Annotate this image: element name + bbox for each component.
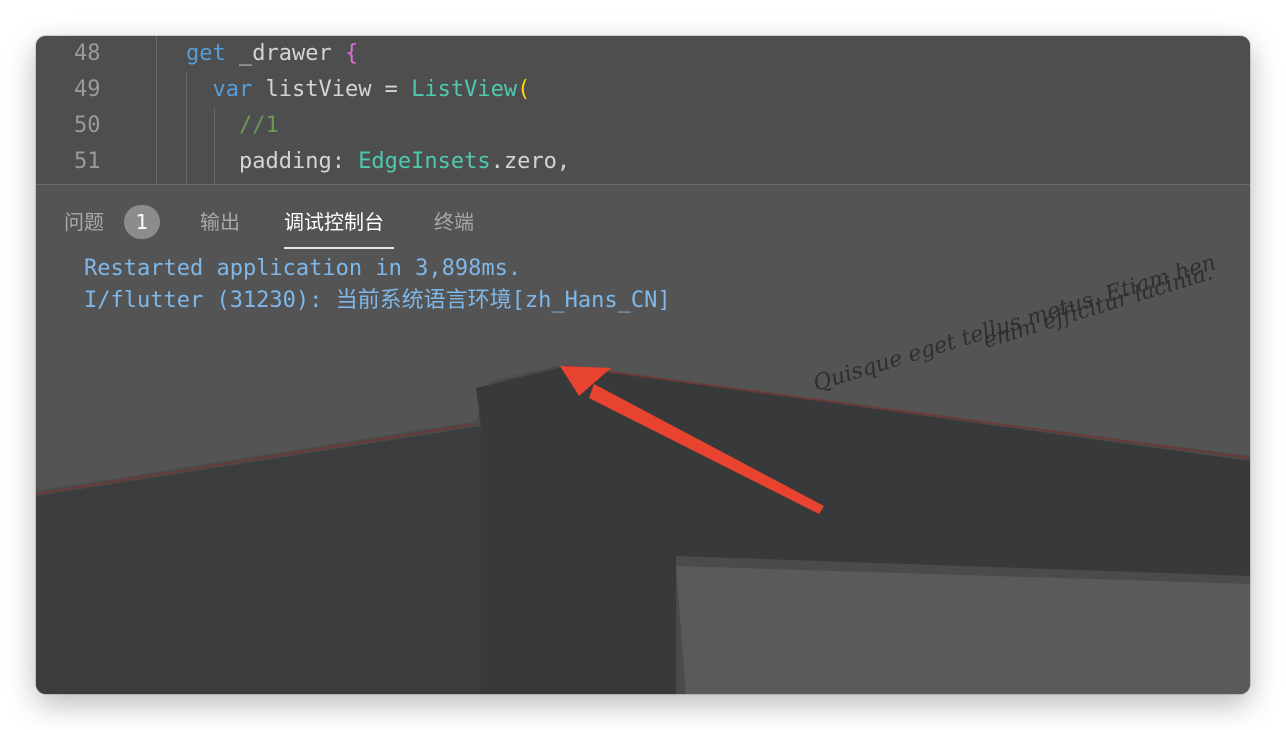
- code-token: {: [344, 41, 359, 66]
- code-token: .zero,: [490, 149, 571, 174]
- tab-problems[interactable]: 问题: [64, 207, 104, 237]
- debug-console-output[interactable]: Restarted application in 3,898ms. I/flut…: [84, 253, 671, 317]
- bottom-panel: 问题 1 输出 调试控制台 终端 Restarted application i…: [36, 185, 1250, 694]
- tab-debug-console[interactable]: 调试控制台: [284, 207, 384, 237]
- code-text: get _drawer {: [186, 36, 358, 72]
- code-token: (: [517, 77, 531, 102]
- line-number: 49: [74, 77, 101, 102]
- code-token: padding:: [186, 149, 359, 174]
- line-number: 50: [74, 113, 101, 138]
- code-line[interactable]: 48 get _drawer {: [36, 36, 1250, 72]
- code-text: //1: [186, 108, 279, 144]
- code-text: var listView = ListView(: [186, 72, 530, 108]
- active-tab-indicator: [284, 247, 394, 249]
- code-text: padding: EdgeInsets.zero,: [186, 144, 570, 180]
- code-token: _drawer: [225, 41, 345, 66]
- code-editor[interactable]: 48 get _drawer {49 var listView = ListVie…: [36, 36, 1250, 184]
- code-token: var: [186, 77, 253, 102]
- console-line: Restarted application in 3,898ms.: [84, 256, 522, 281]
- code-line[interactable]: 50 //1: [36, 108, 1250, 144]
- code-line[interactable]: 49 var listView = ListView(: [36, 72, 1250, 108]
- code-token: //1: [186, 113, 279, 138]
- line-number: 48: [74, 41, 101, 66]
- tab-terminal[interactable]: 终端: [434, 207, 474, 237]
- vscode-window: Quisque eget tellus metus. Etiam hen eni…: [36, 36, 1250, 694]
- problems-count-badge: 1: [124, 205, 160, 239]
- code-token: ListView: [411, 77, 518, 102]
- panel-tabs: 问题 1 输出 调试控制台 终端: [36, 185, 1250, 249]
- line-number: 51: [74, 149, 101, 174]
- console-line: I/flutter (31230): 当前系统语言环境[zh_Hans_CN]: [84, 288, 671, 313]
- code-line[interactable]: 51 padding: EdgeInsets.zero,: [36, 144, 1250, 180]
- code-token: EdgeInsets: [358, 149, 491, 174]
- tab-output[interactable]: 输出: [200, 207, 240, 237]
- code-token: get: [186, 41, 226, 66]
- code-token: listView =: [252, 77, 412, 102]
